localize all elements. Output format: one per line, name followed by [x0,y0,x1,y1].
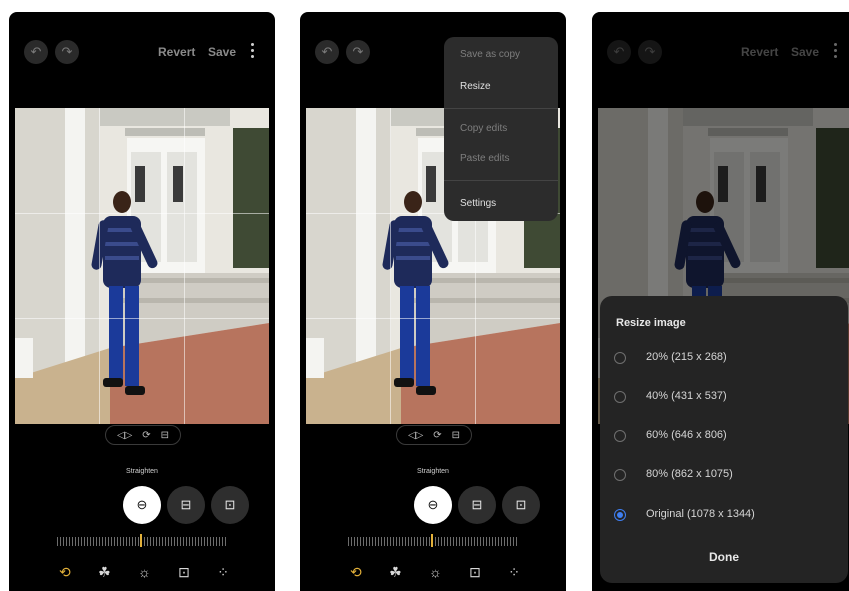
menu-item-save-as-copy[interactable]: Save as copy [460,49,520,60]
redo-icon[interactable]: ↷ [346,40,370,64]
photo-image [15,108,269,424]
crop-grid-line [184,108,185,424]
redo-icon[interactable]: ↷ [55,40,79,64]
ruler-indicator [140,534,142,547]
adjust-icon[interactable]: ☼ [429,564,442,582]
menu-divider [444,108,558,109]
horizontal-perspective-icon[interactable]: ⊡ [502,486,540,524]
straighten-ruler[interactable] [348,537,518,546]
resize-image-sheet: Resize image 20% (215 x 268) 40% (431 x … [600,296,848,583]
resize-option-label: 20% (215 x 268) [646,351,727,363]
vertical-perspective-icon[interactable]: ⊟ [458,486,496,524]
radio-icon[interactable] [614,469,626,481]
resize-option[interactable]: Original (1078 x 1344) [614,507,834,523]
crop-grid-line [306,318,560,319]
flip-horizontal-icon[interactable]: ◁▷ [117,430,132,441]
menu-item-copy-edits[interactable]: Copy edits [460,123,507,134]
menu-divider [444,180,558,181]
undo-icon[interactable]: ↶ [24,40,48,64]
straighten-mode-icon[interactable]: ⊖ [123,486,161,524]
ruler-indicator [431,534,433,547]
straighten-ruler[interactable] [57,537,227,546]
done-button[interactable]: Done [600,550,848,564]
rotate-icon[interactable]: ⟳ [433,430,441,441]
mode-label: Straighten [417,468,449,475]
resize-option[interactable]: 80% (862 x 1075) [614,467,834,483]
sheet-title: Resize image [616,317,686,329]
revert-button[interactable]: Revert [158,45,195,59]
adjust-icon[interactable]: ☼ [138,564,151,582]
radio-icon[interactable] [614,430,626,442]
flip-horizontal-icon[interactable]: ◁▷ [408,430,423,441]
filters-icon[interactable]: ☘ [389,564,402,582]
more-tools-icon[interactable]: ⁘ [508,564,520,582]
resize-option[interactable]: 40% (431 x 537) [614,389,834,405]
horizontal-perspective-icon[interactable]: ⊡ [211,486,249,524]
photo-canvas[interactable] [15,108,269,424]
top-toolbar: ↶ ↷ Revert Save [9,38,275,66]
editor-screen-straighten: ↶ ↷ Revert Save ◁▷ ⟳ ⊟ Straighten ⊖ ⊟ ⊡ … [9,12,275,591]
crop-grid-line [99,108,100,424]
decorate-icon[interactable]: ⊡ [469,564,481,582]
resize-option[interactable]: 60% (646 x 806) [614,428,834,444]
radio-icon[interactable] [614,391,626,403]
vertical-perspective-icon[interactable]: ⊟ [167,486,205,524]
straighten-icon[interactable]: ⊟ [452,430,460,441]
mode-label: Straighten [126,468,158,475]
straighten-icon[interactable]: ⊟ [161,430,169,441]
resize-option[interactable]: 20% (215 x 268) [614,350,834,366]
transform-icon[interactable]: ⟲ [59,564,71,582]
crop-grid-line [15,213,269,214]
menu-item-resize[interactable]: Resize [460,81,491,92]
menu-item-paste-edits[interactable]: Paste edits [460,153,509,164]
resize-option-label: 80% (862 x 1075) [646,468,733,480]
straighten-mode-icon[interactable]: ⊖ [414,486,452,524]
radio-selected-icon[interactable] [614,509,626,521]
undo-icon[interactable]: ↶ [315,40,339,64]
rotate-icon[interactable]: ⟳ [142,430,150,441]
overflow-menu: Save as copy Resize Copy edits Paste edi… [444,37,558,221]
filters-icon[interactable]: ☘ [98,564,111,582]
save-button[interactable]: Save [208,45,236,59]
radio-icon[interactable] [614,352,626,364]
crop-grid-line [390,108,391,424]
adjust-pill: ◁▷ ⟳ ⊟ [105,425,181,445]
decorate-icon[interactable]: ⊡ [178,564,190,582]
resize-option-label: 60% (646 x 806) [646,429,727,441]
transform-icon[interactable]: ⟲ [350,564,362,582]
bottom-toolbar: ⟲ ☘ ☼ ⊡ ⁘ [350,564,520,582]
crop-grid-line [15,318,269,319]
resize-option-label: 40% (431 x 537) [646,390,727,402]
more-vertical-icon[interactable] [251,43,255,61]
menu-item-settings[interactable]: Settings [460,198,496,209]
adjust-pill: ◁▷ ⟳ ⊟ [396,425,472,445]
bottom-toolbar: ⟲ ☘ ☼ ⊡ ⁘ [59,564,229,582]
more-tools-icon[interactable]: ⁘ [217,564,229,582]
resize-option-label: Original (1078 x 1344) [646,508,755,520]
